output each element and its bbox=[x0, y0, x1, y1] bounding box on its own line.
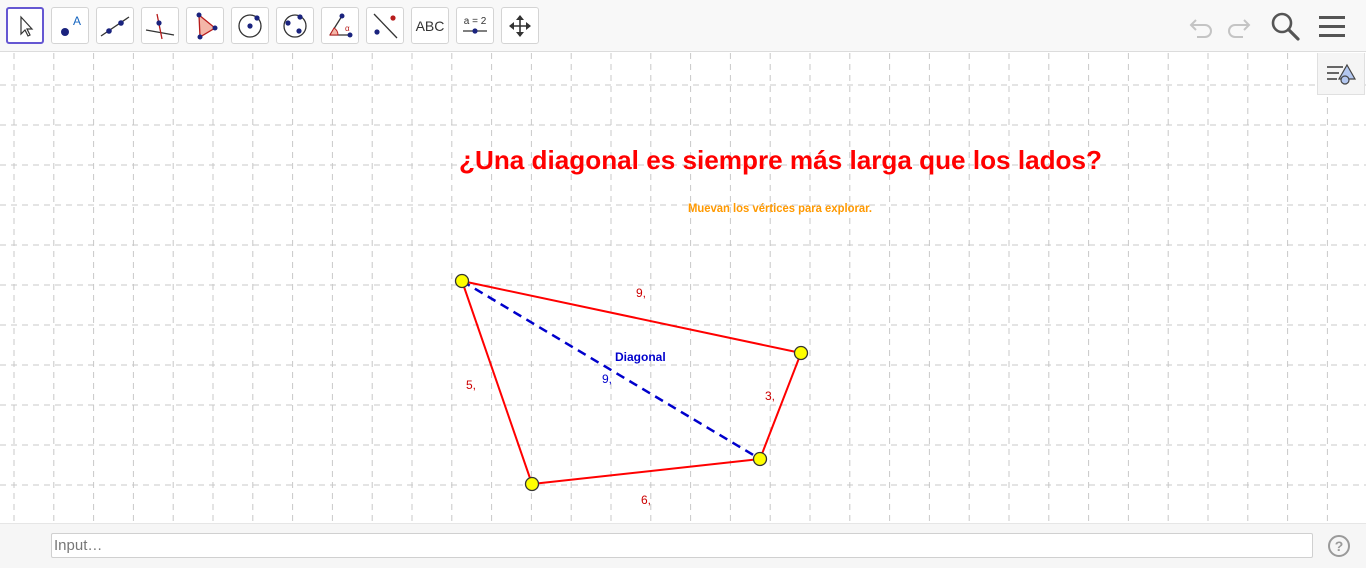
angle-icon: α bbox=[329, 13, 353, 37]
line-tool[interactable] bbox=[96, 7, 134, 44]
graphics-view[interactable]: ¿Una diagonal es siempre más larga que l… bbox=[0, 53, 1366, 523]
redo-button[interactable] bbox=[1220, 9, 1256, 43]
side-top-label: 9, bbox=[636, 286, 646, 300]
diagonal-label: Diagonal bbox=[615, 350, 666, 364]
side-top[interactable] bbox=[461, 280, 802, 354]
subtitle-text: Muevan los vértices para explorar. bbox=[688, 201, 872, 215]
side-bottom[interactable] bbox=[531, 458, 761, 485]
vertex-b[interactable] bbox=[793, 345, 809, 361]
polygon-icon bbox=[196, 12, 218, 39]
search-icon bbox=[1271, 12, 1300, 41]
side-bottom-label: 6, bbox=[641, 493, 651, 507]
grid bbox=[0, 53, 1366, 523]
toolbar: A α ABC a = 2 bbox=[0, 0, 1366, 52]
text-tool-label: ABC bbox=[415, 17, 445, 34]
help-icon[interactable]: ? bbox=[1328, 535, 1350, 557]
svg-text:A: A bbox=[73, 14, 81, 28]
vertex-c[interactable] bbox=[752, 451, 768, 467]
circle-center-point-icon bbox=[238, 13, 262, 38]
diagonal-length-label: 9, bbox=[602, 372, 612, 386]
line-icon bbox=[100, 15, 130, 37]
perpendicular-line-tool[interactable] bbox=[141, 7, 179, 44]
move-arrows-icon bbox=[509, 14, 531, 37]
main-menu-button[interactable] bbox=[1314, 9, 1350, 43]
svg-text:α: α bbox=[345, 24, 350, 33]
perpendicular-line-icon bbox=[145, 13, 175, 39]
title-text: ¿Una diagonal es siempre más larga que l… bbox=[459, 145, 1102, 175]
circle-center-point-tool[interactable] bbox=[231, 7, 269, 44]
quadrilateral[interactable] bbox=[461, 279, 802, 485]
redo-icon bbox=[1228, 19, 1251, 38]
slider-tool-label: a = 2 bbox=[463, 16, 487, 27]
side-right-label: 3, bbox=[765, 389, 775, 403]
style-bar-icon bbox=[1327, 63, 1357, 85]
algebra-input-field[interactable] bbox=[51, 533, 1313, 558]
polygon-tool[interactable] bbox=[186, 7, 224, 44]
circle-three-points-tool[interactable] bbox=[276, 7, 314, 44]
style-bar-toggle-button[interactable] bbox=[1317, 53, 1365, 95]
slider-icon: a = 2 bbox=[461, 16, 489, 35]
side-right[interactable] bbox=[759, 352, 802, 460]
search-button[interactable] bbox=[1267, 9, 1303, 43]
slider-tool[interactable]: a = 2 bbox=[456, 7, 494, 44]
point-tool[interactable]: A bbox=[51, 7, 89, 44]
angle-tool[interactable]: α bbox=[321, 7, 359, 44]
vertex-d[interactable] bbox=[524, 476, 540, 492]
reflect-tool[interactable] bbox=[366, 7, 404, 44]
reflect-about-line-icon bbox=[373, 13, 398, 38]
side-left-label: 5, bbox=[466, 378, 476, 392]
undo-icon bbox=[1189, 19, 1212, 38]
vertex-a[interactable] bbox=[454, 273, 470, 289]
undo-button[interactable] bbox=[1184, 9, 1220, 43]
menu-icon bbox=[1319, 16, 1345, 37]
input-bar: ? bbox=[0, 523, 1366, 568]
arrow-cursor-icon bbox=[20, 14, 34, 37]
point-icon: A bbox=[61, 14, 81, 36]
move-tool[interactable] bbox=[6, 7, 44, 44]
text-tool[interactable]: ABC bbox=[411, 7, 449, 44]
move-graphics-view-tool[interactable] bbox=[501, 7, 539, 44]
circle-three-points-icon bbox=[283, 13, 307, 38]
